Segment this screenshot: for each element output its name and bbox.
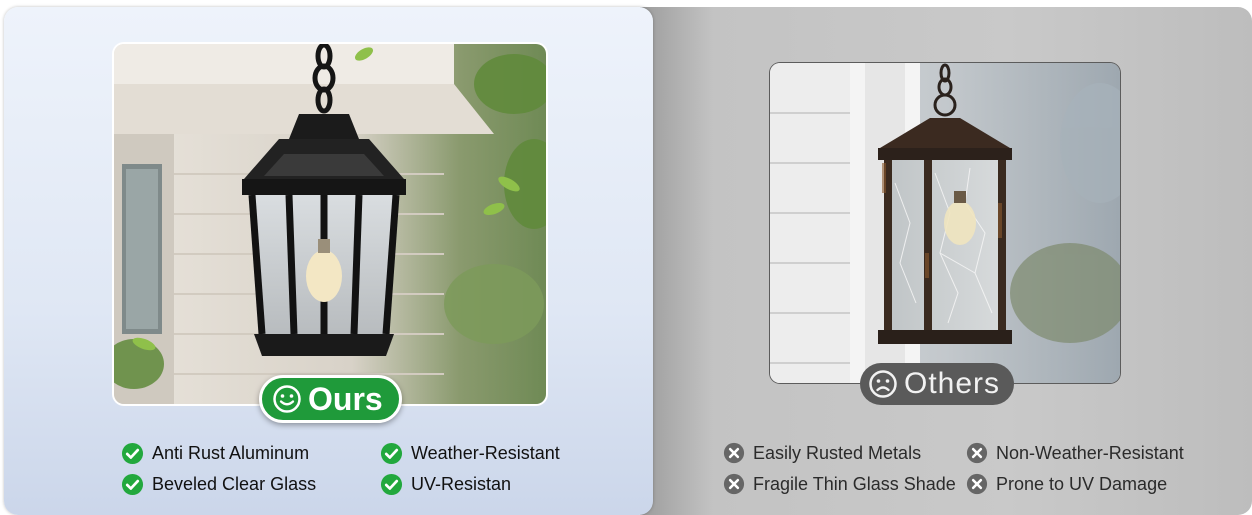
ours-feature: UV-Resistan xyxy=(380,473,511,496)
x-circle-icon xyxy=(966,442,988,464)
x-circle-icon xyxy=(723,473,745,495)
others-panel: Others Easily Rusted Metals Non-Weather-… xyxy=(640,7,1252,515)
others-lantern-photo xyxy=(770,63,1120,383)
ours-badge: Ours xyxy=(259,375,402,423)
rusted-lantern-image xyxy=(770,63,1120,383)
others-feature: Easily Rusted Metals xyxy=(723,442,921,464)
others-badge: Others xyxy=(860,363,1015,405)
check-circle-icon xyxy=(380,473,403,496)
black-lantern-image xyxy=(114,44,546,404)
others-feature: Prone to UV Damage xyxy=(966,473,1167,495)
ours-feature: Anti Rust Aluminum xyxy=(121,442,309,465)
ours-lantern-photo xyxy=(114,44,546,404)
check-circle-icon xyxy=(121,442,144,465)
check-circle-icon xyxy=(121,473,144,496)
x-circle-icon xyxy=(723,442,745,464)
frown-icon xyxy=(869,370,897,398)
ours-feature: Beveled Clear Glass xyxy=(121,473,316,496)
x-circle-icon xyxy=(966,473,988,495)
others-feature: Non-Weather-Resistant xyxy=(966,442,1184,464)
smile-icon xyxy=(273,385,301,413)
ours-feature: Weather-Resistant xyxy=(380,442,560,465)
others-badge-label: Others xyxy=(904,367,1001,400)
ours-panel: Ours Anti Rust Aluminum Weather-Resistan… xyxy=(4,7,653,515)
others-feature: Fragile Thin Glass Shade xyxy=(723,473,956,495)
ours-badge-label: Ours xyxy=(308,380,383,417)
check-circle-icon xyxy=(380,442,403,465)
